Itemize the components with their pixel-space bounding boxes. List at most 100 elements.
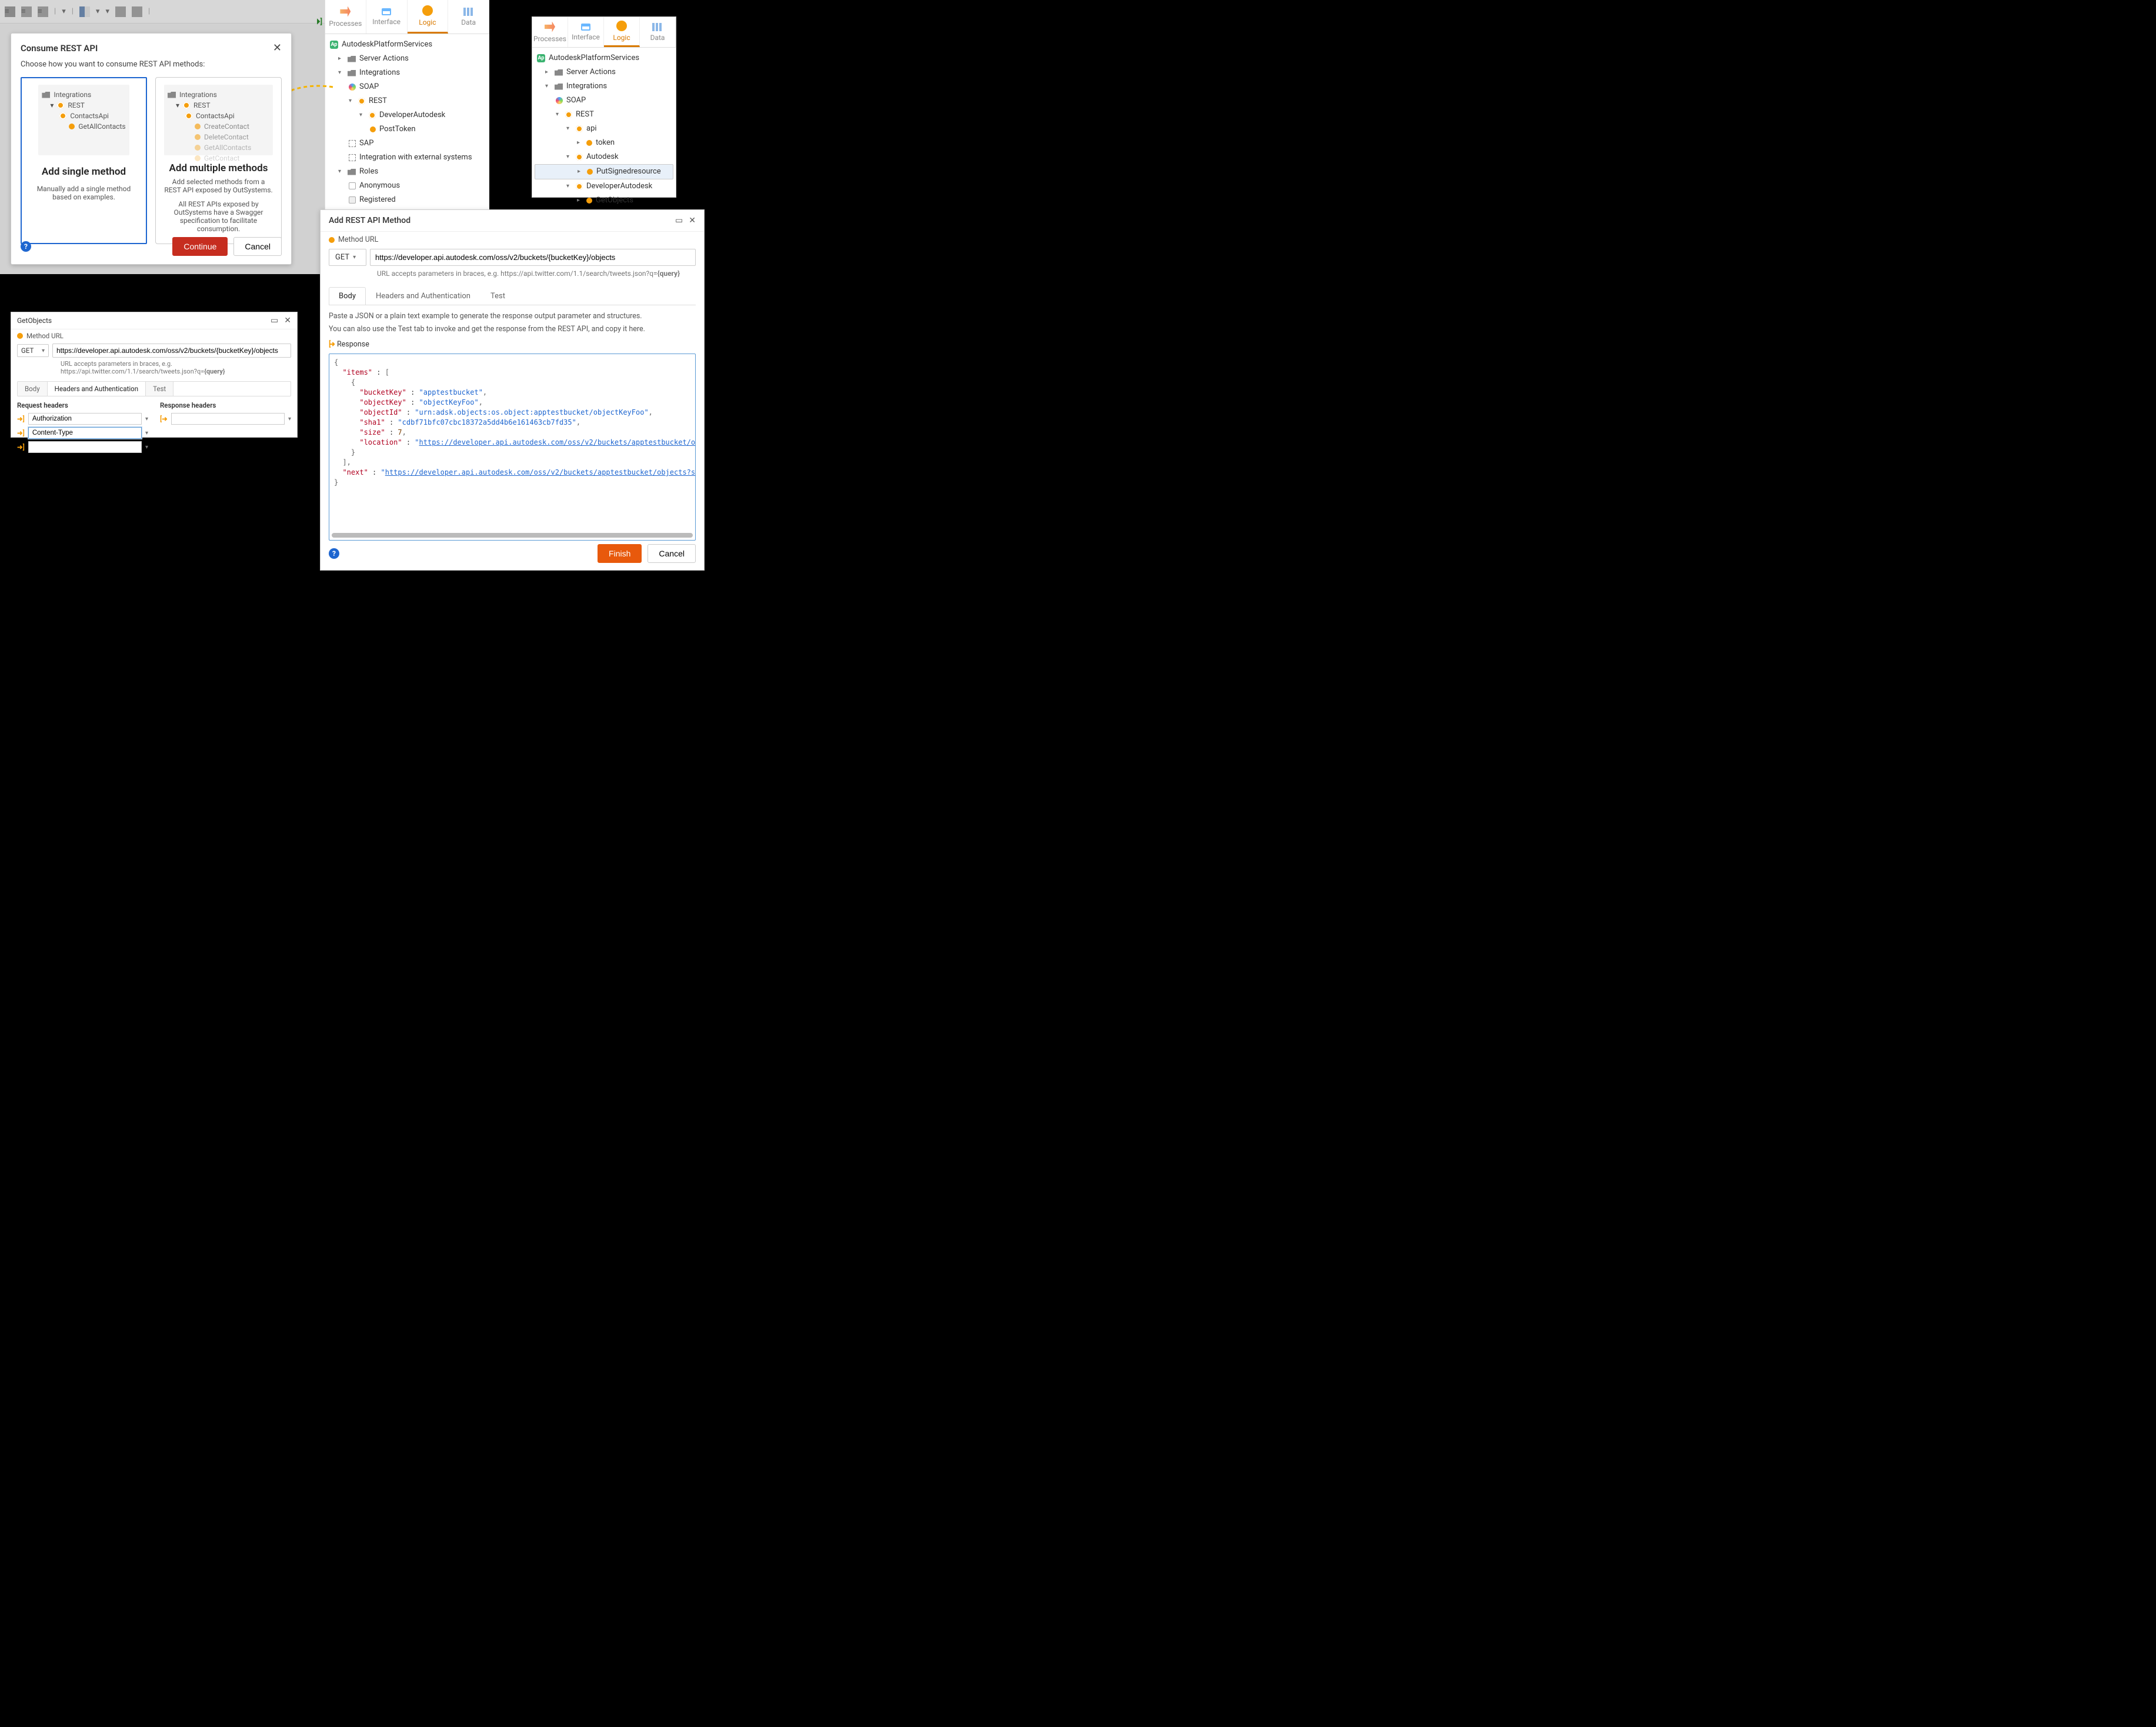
tab-processes[interactable]: Processes	[532, 17, 568, 47]
help-button[interactable]: ?	[329, 548, 339, 559]
card-title: Add single method	[42, 166, 126, 178]
data-icon	[463, 8, 474, 16]
tree-module[interactable]: ApAutodeskPlatformServices	[535, 51, 673, 65]
tab-logic[interactable]: Logic	[604, 17, 640, 47]
tree-rest[interactable]: ▾REST	[535, 108, 673, 122]
tree-integrations[interactable]: ▾Integrations	[535, 79, 673, 94]
response-body-textarea[interactable]: { "items" : [ { "bucketKey" : "apptestbu…	[329, 354, 696, 541]
card-title: Add multiple methods	[164, 162, 273, 174]
action-icon	[195, 134, 201, 140]
tree-server-actions[interactable]: ▸Server Actions	[328, 52, 487, 66]
http-method-select[interactable]: GET▾	[17, 344, 49, 357]
tab-logic[interactable]: Logic	[408, 0, 449, 34]
response-label: Response	[337, 340, 369, 349]
getobjects-dialog: GetObjects ▭✕ Method URL GET▾ URL accept…	[11, 312, 298, 438]
close-button[interactable]: ✕	[689, 216, 696, 225]
maximize-button[interactable]: ▭	[271, 316, 278, 325]
action-icon	[586, 140, 592, 146]
tree-putsignedresource[interactable]: ▸PutSignedresource	[535, 164, 673, 179]
cancel-button[interactable]: Cancel	[648, 544, 696, 563]
module-icon: Ap	[537, 54, 545, 62]
tree-soap[interactable]: SOAP	[328, 80, 487, 94]
tab-data[interactable]: Data	[640, 17, 676, 47]
card-add-multiple-methods[interactable]: Integrations ▾REST ContactsApi CreateCon…	[155, 77, 282, 244]
tree-anonymous[interactable]: Anonymous	[328, 179, 487, 193]
method-url-label: Method URL	[338, 235, 378, 244]
tree-registered[interactable]: Registered	[328, 193, 487, 207]
action-icon	[195, 155, 201, 161]
consume-rest-api-dialog: Consume REST API ✕ Choose how you want t…	[11, 33, 292, 265]
close-button[interactable]: ✕	[284, 316, 291, 325]
folder-icon	[348, 70, 356, 76]
header-name-input[interactable]	[171, 413, 285, 425]
tree-module[interactable]: ApAutodeskPlatformServices	[328, 38, 487, 52]
tree-server-actions[interactable]: ▸Server Actions	[535, 65, 673, 79]
tab-body[interactable]: Body	[18, 382, 48, 396]
help-button[interactable]: ?	[21, 241, 31, 252]
dialog-title: Consume REST API	[21, 43, 98, 54]
logic-icon	[616, 21, 627, 31]
request-headers-label: Request headers	[17, 401, 148, 409]
folder-icon	[555, 69, 563, 76]
tree-developer-autodesk[interactable]: ▾DeveloperAutodesk	[328, 108, 487, 122]
tree-getobjects[interactable]: ▸GetObjects	[535, 194, 673, 208]
body-help-1: Paste a JSON or a plain text example to …	[321, 305, 704, 324]
close-button[interactable]: ✕	[273, 42, 282, 54]
maximize-button[interactable]: ▭	[675, 216, 683, 225]
url-input[interactable]	[370, 249, 696, 266]
header-name-input[interactable]	[28, 441, 142, 453]
card-add-single-method[interactable]: Integrations ▾REST ContactsApi GetAllCon…	[21, 77, 147, 244]
rest-icon	[59, 112, 66, 119]
tab-data[interactable]: Data	[448, 0, 489, 34]
action-icon	[587, 169, 593, 175]
url-input[interactable]	[52, 344, 291, 358]
tree-developer-autodesk[interactable]: ▾DeveloperAutodesk	[535, 179, 673, 194]
tree-posttoken[interactable]: PostToken	[328, 122, 487, 136]
header-name-input[interactable]	[28, 427, 142, 439]
response-headers-label: Response headers	[160, 401, 291, 409]
horizontal-scrollbar[interactable]	[332, 533, 693, 538]
tab-test[interactable]: Test	[480, 287, 515, 305]
tree-api[interactable]: ▾api	[535, 122, 673, 136]
role-icon	[349, 196, 356, 204]
tree-soap[interactable]: SOAP	[535, 94, 673, 108]
method-url-label: Method URL	[26, 332, 64, 340]
out-arrow-icon: [➜	[329, 339, 333, 349]
card-desc: Manually add a single method based on ex…	[29, 185, 138, 201]
card-preview: Integrations ▾REST ContactsApi CreateCon…	[164, 85, 273, 155]
finish-button[interactable]: Finish	[598, 544, 642, 563]
continue-button[interactable]: Continue	[172, 237, 228, 256]
tree-external[interactable]: Integration with external systems	[328, 151, 487, 165]
tab-body[interactable]: Body	[329, 287, 366, 305]
module-icon: Ap	[330, 41, 338, 49]
data-icon	[652, 23, 663, 31]
tab-interface[interactable]: Interface	[568, 17, 604, 47]
method-icon	[17, 333, 23, 339]
card-preview: Integrations ▾REST ContactsApi GetAllCon…	[38, 85, 129, 155]
chevron-down-icon: ▾	[353, 254, 356, 261]
rest-icon	[576, 183, 583, 190]
dialog-subtitle: Choose how you want to consume REST API …	[11, 56, 291, 77]
tab-test[interactable]: Test	[146, 382, 173, 396]
tab-headers[interactable]: Headers and Authentication	[48, 382, 146, 396]
http-method-select[interactable]: GET▾	[329, 249, 366, 266]
tree-token[interactable]: ▸token	[535, 136, 673, 150]
tree-integrations[interactable]: ▾Integrations	[328, 66, 487, 80]
processes-icon	[340, 6, 351, 17]
card-note: All REST APIs exposed by OutSystems have…	[164, 200, 273, 233]
tab-headers[interactable]: Headers and Authentication	[366, 287, 480, 305]
add-rest-api-method-dialog: Add REST API Method ▭✕ Method URL GET▾ U…	[320, 209, 705, 571]
out-arrow-icon: [➜	[160, 415, 168, 423]
logic-panel-2: Processes Interface Logic Data ApAutodes…	[532, 16, 676, 198]
tree-autodesk[interactable]: ▾Autodesk	[535, 150, 673, 164]
cancel-button[interactable]: Cancel	[233, 237, 282, 256]
logic-tree: ApAutodeskPlatformServices ▸Server Actio…	[325, 34, 489, 225]
url-hint: URL accepts parameters in braces, e.g. h…	[11, 359, 297, 379]
folder-icon	[555, 84, 563, 90]
tree-sap[interactable]: SAP	[328, 136, 487, 151]
tree-roles[interactable]: ▾Roles	[328, 165, 487, 179]
tab-interface[interactable]: Interface	[366, 0, 408, 34]
header-name-input[interactable]	[28, 413, 142, 425]
tree-rest[interactable]: ▾REST	[328, 94, 487, 108]
tab-processes[interactable]: Processes	[325, 0, 366, 34]
